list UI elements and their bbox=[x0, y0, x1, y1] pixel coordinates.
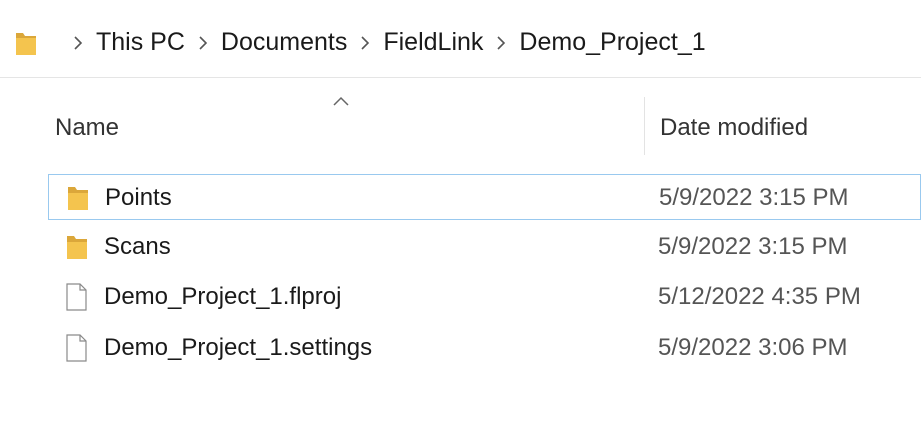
file-name: Demo_Project_1.flproj bbox=[104, 283, 342, 310]
file-icon bbox=[66, 334, 87, 362]
list-item-demo-project-flproj[interactable]: Demo_Project_1.flproj 5/12/2022 4:35 PM bbox=[48, 274, 921, 320]
breadcrumb-documents[interactable]: Documents bbox=[221, 28, 347, 57]
column-divider[interactable] bbox=[644, 97, 645, 155]
column-header-date-modified[interactable]: Date modified bbox=[660, 110, 920, 146]
list-item-points[interactable]: Points 5/9/2022 3:15 PM bbox=[48, 174, 921, 220]
file-icon bbox=[66, 283, 87, 311]
file-name: Points bbox=[105, 184, 172, 211]
file-date-modified: 5/9/2022 3:15 PM bbox=[658, 233, 848, 260]
file-name: Demo_Project_1.settings bbox=[104, 334, 373, 361]
address-bar[interactable]: This PC Documents FieldLink Demo_Project… bbox=[0, 0, 921, 78]
breadcrumb-fieldlink[interactable]: FieldLink bbox=[383, 28, 483, 57]
folder-icon bbox=[67, 236, 87, 259]
breadcrumb-this-pc[interactable]: This PC bbox=[96, 28, 185, 57]
file-name: Scans bbox=[104, 233, 171, 260]
sort-ascending-icon bbox=[333, 96, 349, 106]
chevron-right-icon[interactable] bbox=[483, 29, 519, 55]
breadcrumb: This PC Documents FieldLink Demo_Project… bbox=[60, 26, 706, 58]
file-explorer-window: This PC Documents FieldLink Demo_Project… bbox=[0, 0, 921, 437]
chevron-right-icon[interactable] bbox=[185, 29, 221, 55]
folder-icon bbox=[16, 33, 36, 55]
chevron-right-icon bbox=[60, 29, 96, 55]
list-item-demo-project-settings[interactable]: Demo_Project_1.settings 5/9/2022 3:06 PM bbox=[48, 325, 921, 371]
file-date-modified: 5/9/2022 3:06 PM bbox=[658, 334, 848, 361]
file-date-modified: 5/12/2022 4:35 PM bbox=[658, 283, 861, 310]
breadcrumb-demo-project-1[interactable]: Demo_Project_1 bbox=[519, 28, 705, 57]
folder-icon bbox=[68, 187, 88, 210]
list-item-scans[interactable]: Scans 5/9/2022 3:15 PM bbox=[48, 224, 921, 270]
column-header-name[interactable]: Name bbox=[55, 110, 635, 146]
file-date-modified: 5/9/2022 3:15 PM bbox=[659, 184, 849, 211]
chevron-right-icon[interactable] bbox=[347, 29, 383, 55]
